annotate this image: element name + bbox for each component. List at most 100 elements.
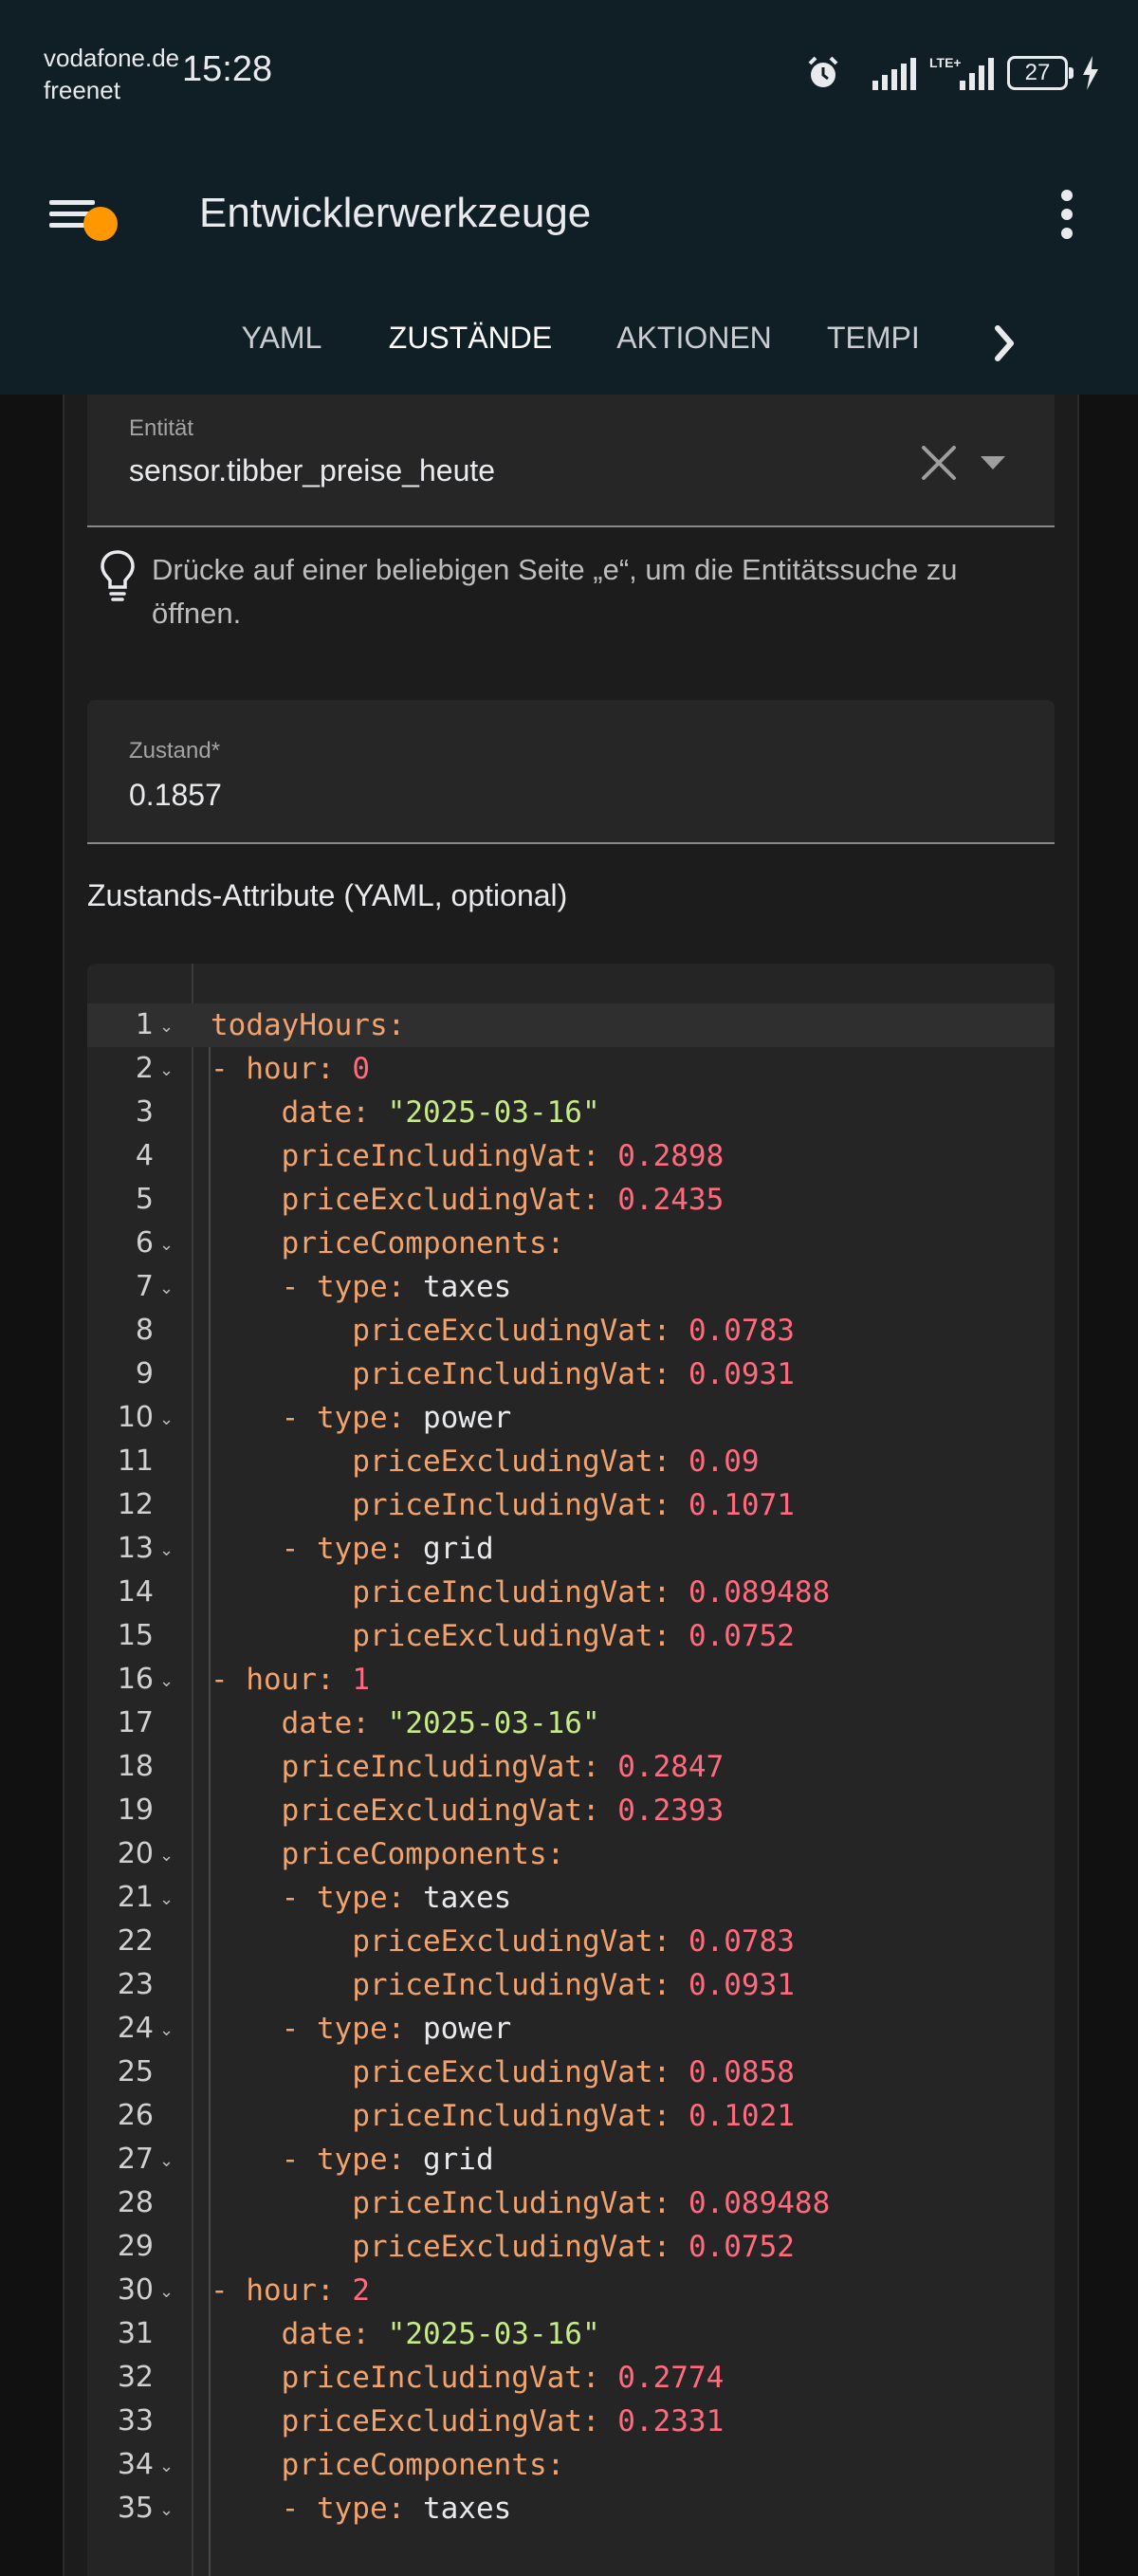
yaml-value: 0.0783: [688, 1314, 795, 1348]
chevron-right-icon: [995, 325, 1014, 361]
code-line[interactable]: 23 priceIncludingVat: 0.0931: [87, 1963, 1055, 2007]
code-line[interactable]: 30 ⌄ - hour: 2: [87, 2269, 1055, 2312]
line-number: 28: [117, 2186, 154, 2219]
code-line[interactable]: 24 ⌄ - type: power: [87, 2007, 1055, 2051]
fold-chevron-icon[interactable]: ⌄: [159, 1834, 174, 1878]
yaml-value: 0.0783: [688, 1924, 795, 1959]
battery-icon: 27: [1007, 56, 1074, 90]
code-line[interactable]: 28 priceIncludingVat: 0.089488: [87, 2181, 1055, 2225]
entity-field[interactable]: Entität sensor.tibber_preise_heute: [87, 395, 1055, 527]
entity-field-label: Entität: [129, 415, 194, 441]
code-line[interactable]: 20 ⌄ priceComponents:: [87, 1832, 1055, 1876]
code-line[interactable]: 16 ⌄ - hour: 1: [87, 1658, 1055, 1702]
code-text: date: "2025-03-16": [211, 1702, 600, 1745]
carrier-line2: freenet: [44, 76, 120, 104]
fold-chevron-icon[interactable]: ⌄: [159, 1529, 174, 1573]
code-line[interactable]: 25 priceExcludingVat: 0.0858: [87, 2051, 1055, 2094]
line-number: 32: [117, 2361, 154, 2394]
code-line[interactable]: 2 ⌄ - hour: 0: [87, 1047, 1055, 1091]
code-line[interactable]: 31 date: "2025-03-16": [87, 2312, 1055, 2356]
fold-chevron-icon[interactable]: ⌄: [159, 1267, 174, 1311]
yaml-value: "2025-03-16": [387, 1095, 600, 1130]
code-text: priceExcludingVat: 0.0858: [211, 2051, 795, 2094]
fold-chevron-icon[interactable]: ⌄: [159, 1878, 174, 1922]
yaml-value: 0.0752: [688, 2230, 795, 2264]
code-line[interactable]: 4 priceIncludingVat: 0.2898: [87, 1134, 1055, 1178]
code-line[interactable]: 7 ⌄ - type: taxes: [87, 1265, 1055, 1309]
yaml-key: priceExcludingVat:: [352, 1924, 671, 1959]
code-line[interactable]: 21 ⌄ - type: taxes: [87, 1876, 1055, 1920]
code-text: - type: taxes: [281, 2492, 512, 2526]
code-line[interactable]: 26 priceIncludingVat: 0.1021: [87, 2094, 1055, 2138]
status-clock: 15:28: [182, 49, 273, 89]
code-line[interactable]: 34 ⌄ priceComponents:: [87, 2443, 1055, 2487]
entity-dropdown-button[interactable]: [979, 453, 1007, 472]
tab-zustaende[interactable]: ZUSTÄNDE: [361, 292, 579, 395]
code-line[interactable]: 35 ⌄ - type: taxes: [87, 2487, 1055, 2530]
code-text: - hour: 1: [211, 1663, 370, 1697]
fold-chevron-icon[interactable]: ⌄: [159, 2009, 174, 2052]
yaml-value: 0.0931: [688, 1357, 795, 1391]
code-line[interactable]: 14 priceIncludingVat: 0.089488: [87, 1571, 1055, 1614]
fold-chevron-icon[interactable]: ⌄: [159, 2489, 174, 2532]
fold-chevron-icon[interactable]: ⌄: [159, 2271, 174, 2314]
line-number: 2: [135, 1052, 154, 1085]
line-number: 23: [117, 1968, 154, 2001]
yaml-key: priceComponents:: [281, 2448, 565, 2482]
fold-chevron-icon[interactable]: ⌄: [159, 1049, 174, 1093]
fold-chevron-icon[interactable]: ⌄: [159, 1660, 174, 1703]
tab-yaml[interactable]: YAML: [220, 292, 343, 395]
attributes-heading: Zustands-Attribute (YAML, optional): [87, 878, 568, 912]
code-text: date: "2025-03-16": [211, 2312, 600, 2356]
overflow-menu-button[interactable]: [1024, 171, 1110, 256]
code-line[interactable]: 8 priceExcludingVat: 0.0783: [87, 1309, 1055, 1352]
network-type: LTE+: [929, 55, 962, 70]
code-text: priceExcludingVat: 0.0752: [211, 2225, 795, 2269]
code-line[interactable]: 12 priceIncludingVat: 0.1071: [87, 1483, 1055, 1527]
code-line[interactable]: 10 ⌄ - type: power: [87, 1396, 1055, 1440]
line-number: 16: [117, 1663, 154, 1696]
fold-chevron-icon[interactable]: ⌄: [159, 2140, 174, 2183]
yaml-key: priceExcludingVat:: [281, 1794, 600, 1828]
yaml-key: type:: [316, 1532, 406, 1566]
code-text: priceExcludingVat: 0.2435: [211, 1178, 725, 1222]
fold-chevron-icon[interactable]: ⌄: [159, 1398, 174, 1442]
code-line[interactable]: 11 priceExcludingVat: 0.09: [87, 1440, 1055, 1483]
yaml-value: 0: [352, 1052, 370, 1086]
state-field[interactable]: Zustand* 0.1857: [87, 700, 1055, 844]
menu-button[interactable]: [46, 178, 118, 245]
code-text: priceIncludingVat: 0.2774: [211, 2356, 725, 2400]
fold-chevron-icon[interactable]: ⌄: [159, 1224, 174, 1267]
code-line[interactable]: 27 ⌄ - type: grid: [87, 2138, 1055, 2181]
fold-chevron-icon[interactable]: ⌄: [159, 1005, 174, 1049]
yaml-key: priceIncludingVat:: [352, 1357, 671, 1391]
yaml-key: priceIncludingVat:: [352, 1488, 671, 1522]
tab-aktionen[interactable]: AKTIONEN: [599, 292, 789, 395]
line-number: 12: [117, 1488, 154, 1521]
code-line[interactable]: 5 priceExcludingVat: 0.2435: [87, 1178, 1055, 1222]
code-line[interactable]: 6 ⌄ priceComponents:: [87, 1222, 1055, 1265]
yaml-code-editor[interactable]: 1 ⌄ todayHours: 2 ⌄ - hour: 03 date: "2025-03…: [87, 964, 1055, 2576]
clear-entity-button[interactable]: [918, 442, 960, 484]
tab-scroll-right-button[interactable]: [958, 292, 1053, 395]
code-line[interactable]: 33 priceExcludingVat: 0.2331: [87, 2400, 1055, 2443]
code-line[interactable]: 13 ⌄ - type: grid: [87, 1527, 1055, 1571]
yaml-key: priceExcludingVat:: [352, 2230, 671, 2264]
code-line[interactable]: 17 date: "2025-03-16": [87, 1702, 1055, 1745]
code-line[interactable]: 9 priceIncludingVat: 0.0931: [87, 1352, 1055, 1396]
code-line[interactable]: 32 priceIncludingVat: 0.2774: [87, 2356, 1055, 2400]
line-number: 6: [135, 1226, 154, 1260]
code-line[interactable]: 1 ⌄ todayHours:: [87, 1003, 1055, 1047]
state-field-value: 0.1857: [129, 778, 222, 812]
code-line[interactable]: 18 priceIncludingVat: 0.2847: [87, 1745, 1055, 1789]
code-line[interactable]: 22 priceExcludingVat: 0.0783: [87, 1920, 1055, 1963]
code-line[interactable]: 19 priceExcludingVat: 0.2393: [87, 1789, 1055, 1832]
code-line[interactable]: 29 priceExcludingVat: 0.0752: [87, 2225, 1055, 2269]
line-number: 11: [117, 1444, 154, 1478]
alarm-icon: [808, 56, 838, 87]
line-number: 24: [117, 2012, 154, 2045]
code-line[interactable]: 15 priceExcludingVat: 0.0752: [87, 1614, 1055, 1658]
fold-chevron-icon[interactable]: ⌄: [159, 2445, 174, 2489]
line-number: 34: [117, 2448, 154, 2481]
code-line[interactable]: 3 date: "2025-03-16": [87, 1091, 1055, 1134]
